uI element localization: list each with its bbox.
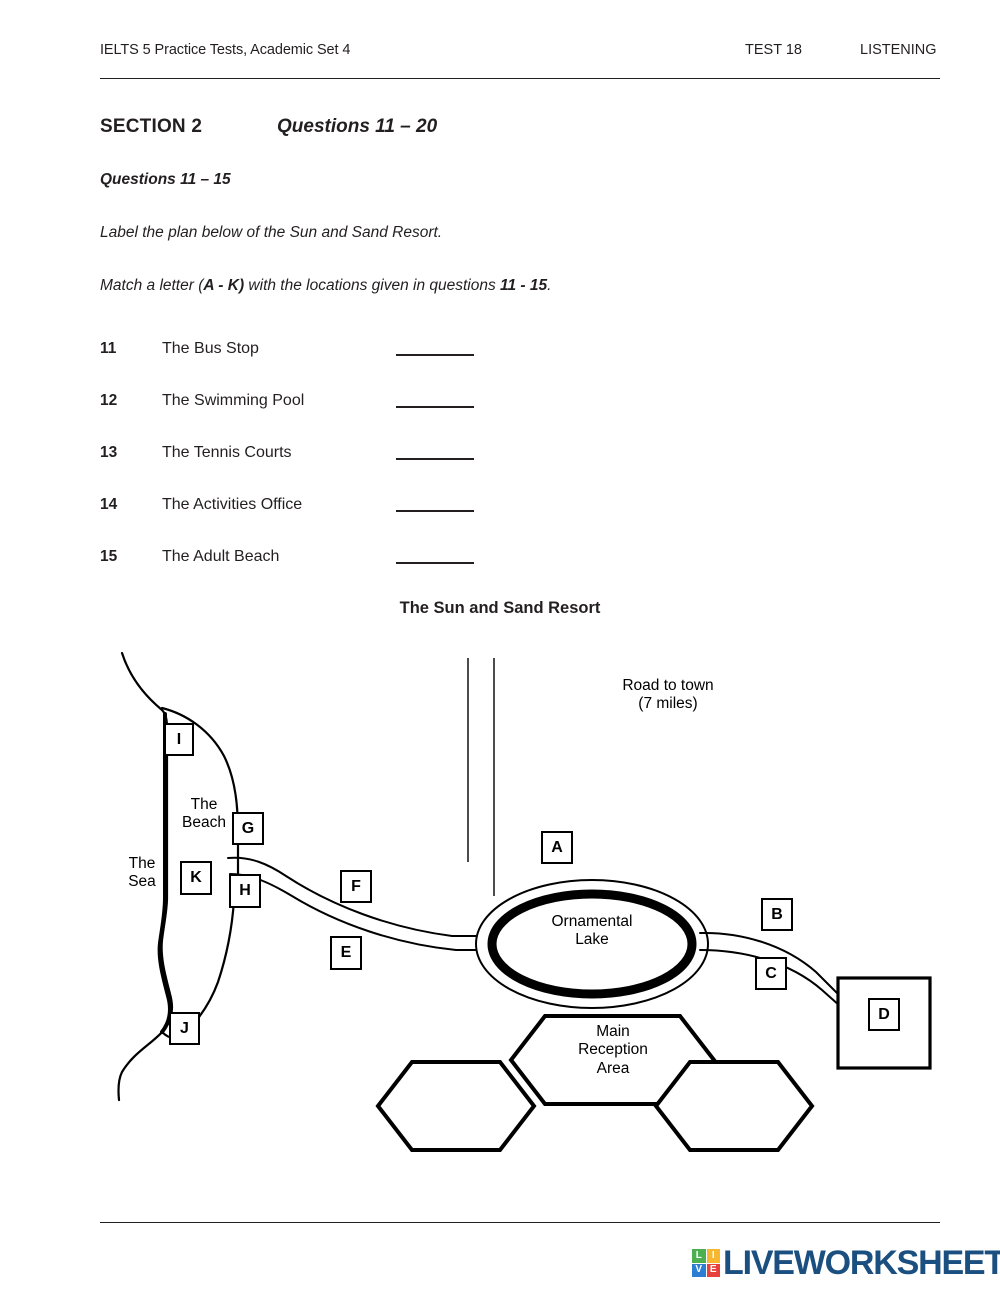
instruction-line-2: Match a letter (A - K) with the location… bbox=[100, 277, 551, 295]
question-number: 15 bbox=[100, 548, 118, 565]
resort-plan-svg bbox=[117, 651, 932, 1152]
question-row: 11 The Bus Stop bbox=[100, 340, 520, 392]
worksheet-page: IELTS 5 Practice Tests, Academic Set 4 T… bbox=[0, 0, 1000, 1291]
footer-divider bbox=[100, 1222, 940, 1224]
resort-plan-diagram: The Sea The Beach Road to town (7 miles)… bbox=[100, 648, 940, 1158]
question-text: The Swimming Pool bbox=[162, 392, 305, 409]
answer-blank-13[interactable] bbox=[396, 458, 474, 460]
logo-cell-e: E bbox=[706, 1263, 720, 1277]
map-letter-box-e[interactable]: E bbox=[330, 936, 362, 970]
instruction-2-text-c: . bbox=[547, 277, 552, 294]
liveworksheets-logo-icon: L I V E bbox=[692, 1249, 720, 1277]
sub-question-range: Questions 11 – 15 bbox=[100, 171, 231, 188]
question-list: 11 The Bus Stop 12 The Swimming Pool 13 … bbox=[100, 340, 520, 600]
question-text: The Tennis Courts bbox=[162, 444, 292, 461]
logo-cell-v: V bbox=[692, 1263, 706, 1277]
logo-cell-i: I bbox=[706, 1249, 720, 1263]
map-letter-box-k[interactable]: K bbox=[180, 861, 212, 895]
test-label: TEST 18 bbox=[745, 42, 802, 58]
book-title: IELTS 5 Practice Tests, Academic Set 4 bbox=[100, 42, 351, 58]
skill-label: LISTENING bbox=[860, 42, 937, 58]
question-text: The Bus Stop bbox=[162, 340, 259, 357]
liveworksheets-wordmark: LIVEWORKSHEETS bbox=[723, 1243, 1000, 1282]
map-title: The Sun and Sand Resort bbox=[399, 599, 601, 617]
map-label-sea: The Sea bbox=[128, 855, 156, 891]
map-letter-box-g[interactable]: G bbox=[232, 812, 264, 845]
map-letter-box-d[interactable]: D bbox=[868, 998, 900, 1031]
question-number: 11 bbox=[100, 340, 117, 357]
answer-blank-14[interactable] bbox=[396, 510, 474, 512]
instruction-2-questions: 11 - 15 bbox=[500, 277, 548, 294]
instruction-2-text-a: Match a letter ( bbox=[100, 277, 204, 294]
logo-cell-l: L bbox=[692, 1249, 706, 1263]
question-number: 14 bbox=[100, 496, 118, 513]
map-letter-box-i[interactable]: I bbox=[164, 723, 194, 756]
question-text: The Adult Beach bbox=[162, 548, 280, 565]
page-header: IELTS 5 Practice Tests, Academic Set 4 T… bbox=[100, 42, 938, 62]
map-label-ornamental-lake: Ornamental Lake bbox=[551, 913, 633, 949]
question-number: 12 bbox=[100, 392, 118, 409]
question-row: 15 The Adult Beach bbox=[100, 548, 520, 600]
map-label-main-reception: Main Reception Area bbox=[578, 1023, 648, 1077]
map-label-road-to-town: Road to town (7 miles) bbox=[622, 677, 714, 713]
question-number: 13 bbox=[100, 444, 118, 461]
instruction-line-1: Label the plan below of the Sun and Sand… bbox=[100, 224, 443, 241]
hexagon-right bbox=[653, 1060, 815, 1152]
map-letter-box-j[interactable]: J bbox=[169, 1012, 200, 1045]
liveworksheets-logo[interactable]: L I V E LIVEWORKSHEETS bbox=[692, 1243, 1000, 1283]
map-letter-box-f[interactable]: F bbox=[340, 870, 372, 903]
hexagon-left bbox=[375, 1060, 537, 1152]
map-label-beach: The Beach bbox=[182, 796, 226, 832]
instruction-2-text-b: with the locations given in questions bbox=[244, 277, 501, 294]
question-row: 14 The Activities Office bbox=[100, 496, 520, 548]
answer-blank-15[interactable] bbox=[396, 562, 474, 564]
instruction-2-letters: A - K) bbox=[203, 277, 245, 294]
section-question-range: Questions 11 – 20 bbox=[277, 116, 438, 137]
answer-blank-11[interactable] bbox=[396, 354, 474, 356]
map-letter-box-a[interactable]: A bbox=[541, 831, 573, 864]
map-letter-box-c[interactable]: C bbox=[755, 957, 787, 990]
question-row: 12 The Swimming Pool bbox=[100, 392, 520, 444]
question-row: 13 The Tennis Courts bbox=[100, 444, 520, 496]
section-title: SECTION 2 bbox=[100, 116, 203, 137]
answer-blank-12[interactable] bbox=[396, 406, 474, 408]
header-divider bbox=[100, 78, 940, 79]
question-text: The Activities Office bbox=[162, 496, 303, 513]
map-letter-box-b[interactable]: B bbox=[761, 898, 793, 931]
map-letter-box-h[interactable]: H bbox=[229, 874, 261, 908]
